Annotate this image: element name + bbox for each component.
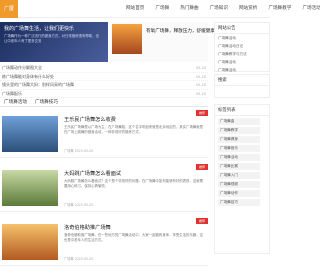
nav-item-hot-music[interactable]: 热门舞曲 [180, 0, 198, 18]
sidebar-tags-title: 标签列表 [215, 105, 269, 116]
nav-item-sites[interactable]: 网站赏析 [239, 0, 257, 18]
article-summary: 洛奇伯格助推广场舞，在一些地方的广场舞活动中，大家一起锻炼身体，享受生活的乐趣，… [64, 233, 204, 242]
featured-side-card[interactable]: 有氧广场舞，释放压力，舒缓健康 [110, 22, 215, 62]
tag-pill[interactable]: 广场舞比赛 [218, 163, 260, 170]
article-card: 洛奇伯格助推广场舞 洛奇伯格助推广场舞，在一些地方的广场舞活动中，大家一起锻炼身… [0, 218, 208, 266]
sidebar-item[interactable]: 广场舞活动日记 [215, 42, 269, 50]
tag-pill[interactable]: 广场舞视频 [218, 181, 260, 188]
article-title[interactable]: 大妈跳广场舞怎么看面试 [64, 170, 121, 177]
sidebar-item[interactable]: 广场舞活动 [215, 34, 269, 42]
article-card: 大妈跳广场舞怎么看面试 大妈跳广场舞怎么看面试？这个是个非常好的问题，在广场舞中… [0, 164, 208, 212]
sidebar-notice: 网站公告 广场舞活动 广场舞活动日记 广场舞教学与方法 广场舞活动 广场舞活动 [214, 22, 270, 72]
article-meta: 广场舞 2023-05-20 [64, 149, 94, 153]
recommend-badge: 推荐 [196, 218, 208, 224]
tag-pill[interactable]: 广场舞动作 [218, 190, 260, 197]
article-card: 王乐民广场舞怎么收费 王乐民广场舞是以广场为主，在广场舞蹈，这个名字听起来就是北… [0, 110, 208, 158]
top-navigation-bar: 广厦 网站首页 广场舞 热门舞曲 广场知识 网站赏析 广场舞教学 广场活动 [0, 0, 320, 18]
sidebar-item[interactable]: 广场舞教学与方法 [215, 50, 269, 58]
tab-skills[interactable]: 广场舞技巧 [35, 98, 58, 106]
nav-item-teaching[interactable]: 广场舞教学 [268, 0, 291, 18]
recommend-badge: 推荐 [196, 110, 208, 116]
nav-item-home[interactable]: 网站首页 [126, 0, 144, 18]
main-nav: 网站首页 广场舞 热门舞曲 广场知识 网站赏析 广场舞教学 广场活动 [126, 0, 320, 18]
tag-pill[interactable]: 广场舞音乐 [218, 145, 260, 152]
article-meta: 广场舞 2023-05-20 [64, 203, 94, 207]
tab-activity[interactable]: 广场舞活动 [4, 98, 27, 106]
tag-pill[interactable]: 广场舞活动 [218, 154, 260, 161]
article-thumbnail[interactable] [2, 224, 58, 260]
list-item[interactable]: 广场舞配乐 05-20 [0, 90, 208, 98]
article-summary: 大妈跳广场舞怎么看面试？这个是个非常好的问题，在广场舞中如何能够有好的表现，这就… [64, 179, 204, 188]
featured-banner-summary: 广场舞作为一种广泛流行的健身方式，对日常锻炼很有帮助，也让中老年人有了更多交流 [4, 34, 99, 43]
article-summary: 王乐民广场舞是以广场为主，在广场舞蹈，这个名字听起来就是北京地区的，其实广场舞就… [64, 125, 204, 134]
sidebar-item[interactable]: 广场舞活动 [215, 66, 269, 74]
article-title[interactable]: 洛奇伯格助推广场舞 [64, 224, 111, 231]
category-tabs: 广场舞活动 广场舞技巧 [0, 98, 208, 107]
nav-item-knowledge[interactable]: 广场知识 [210, 0, 228, 18]
sidebar-search: 搜索 [214, 74, 270, 98]
article-title[interactable]: 王乐民广场舞怎么收费 [64, 116, 116, 123]
recommend-badge: 推荐 [196, 164, 208, 170]
article-thumbnail[interactable] [2, 116, 58, 152]
list-item[interactable]: 镜头里的广场舞大妈：别样风采的广场舞 05-20 [0, 81, 208, 90]
headline-list: 广场舞动作分解图大全 05-20 练广场舞能对身体有什么好处 05-20 镜头里的广… [0, 64, 208, 98]
list-item[interactable]: 练广场舞能对身体有什么好处 05-20 [0, 73, 208, 81]
article-thumbnail[interactable] [2, 170, 58, 206]
featured-side-title[interactable]: 有氧广场舞，释放压力，舒缓健康 [146, 28, 215, 34]
sidebar-item[interactable]: 广场舞活动 [215, 58, 269, 66]
sidebar-notice-title: 网站公告 [215, 23, 269, 34]
list-item[interactable]: 广场舞动作分解图大全 05-20 [0, 64, 208, 73]
tag-pill[interactable]: 广场舞健身 [218, 136, 260, 143]
tag-pill[interactable]: 广场舞技巧 [218, 199, 260, 206]
featured-banner-title[interactable]: 我的广场舞生活，让我们更快乐 [4, 25, 74, 32]
article-meta: 广场舞 2023-05-20 [64, 257, 94, 261]
nav-item-square-dance[interactable]: 广场舞 [155, 0, 169, 18]
site-logo[interactable]: 广厦 [0, 0, 18, 18]
sidebar-tags: 标签列表 广场舞曲 广场舞教学 广场舞健身 广场舞音乐 广场舞活动 广场舞比赛 … [214, 104, 270, 254]
tag-pill[interactable]: 广场舞曲 [218, 118, 260, 125]
featured-panel: 我的广场舞生活，让我们更快乐 广场舞作为一种广泛流行的健身方式，对日常锻炼很有帮… [0, 22, 215, 98]
tag-pill[interactable]: 广场舞入门 [218, 172, 260, 179]
sidebar-search-title: 搜索 [215, 75, 269, 86]
nav-item-activity[interactable]: 广场活动 [302, 0, 320, 18]
featured-banner[interactable]: 我的广场舞生活，让我们更快乐 广场舞作为一种广泛流行的健身方式，对日常锻炼很有帮… [0, 22, 108, 62]
featured-side-thumbnail[interactable] [112, 24, 142, 54]
tag-pill[interactable]: 广场舞教学 [218, 127, 260, 134]
